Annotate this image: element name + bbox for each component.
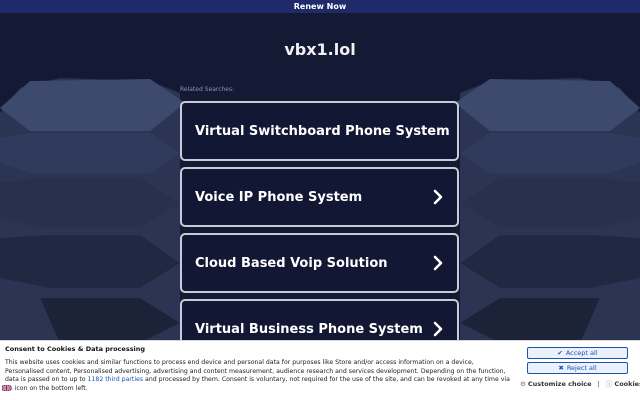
gear-icon: ⚙	[520, 380, 526, 388]
third-parties-link[interactable]: 1182 third parties	[88, 376, 144, 383]
accept-all-label: Accept all	[565, 349, 598, 357]
chevron-right-icon	[433, 189, 443, 205]
renew-now-link[interactable]: Renew Now	[294, 2, 346, 11]
cookie-consent-text: This website uses cookies and similar fu…	[5, 359, 510, 393]
related-searches-label: Related Searches:	[180, 86, 235, 93]
cookie-consent-banner: Consent to Cookies & Data processing Thi…	[0, 340, 640, 400]
related-search-label: Virtual Business Phone System	[195, 321, 423, 337]
uk-flag-icon[interactable]	[2, 385, 11, 391]
accept-all-button[interactable]: ✔ Accept all	[527, 347, 628, 359]
chevron-right-icon	[433, 255, 443, 271]
related-search-label: Virtual Switchboard Phone System	[195, 123, 450, 139]
related-search-label: Cloud Based Voip Solution	[195, 255, 388, 271]
related-search-label: Voice IP Phone System	[195, 189, 363, 205]
renew-now-banner[interactable]: Renew Now	[0, 0, 640, 13]
reject-all-label: Reject all	[566, 364, 597, 372]
info-icon: ⓘ	[605, 380, 613, 388]
customize-choice-link[interactable]: Customize choice	[528, 380, 592, 388]
related-search-link-1[interactable]: Virtual Switchboard Phone System	[180, 101, 459, 161]
page-title: vbx1.lol	[284, 40, 356, 59]
cookie-settings-links: ⚙Customize choice | ⓘCookies	[520, 378, 640, 388]
chevron-right-icon	[433, 321, 443, 337]
link-separator: |	[597, 380, 600, 388]
reject-all-button[interactable]: ✖ Reject all	[527, 362, 628, 374]
close-icon: ✖	[558, 364, 564, 372]
cookies-link[interactable]: Cookies	[614, 380, 640, 388]
checkmark-icon: ✔	[557, 349, 563, 357]
related-search-link-3[interactable]: Cloud Based Voip Solution	[180, 233, 459, 293]
related-search-link-2[interactable]: Voice IP Phone System	[180, 167, 459, 227]
